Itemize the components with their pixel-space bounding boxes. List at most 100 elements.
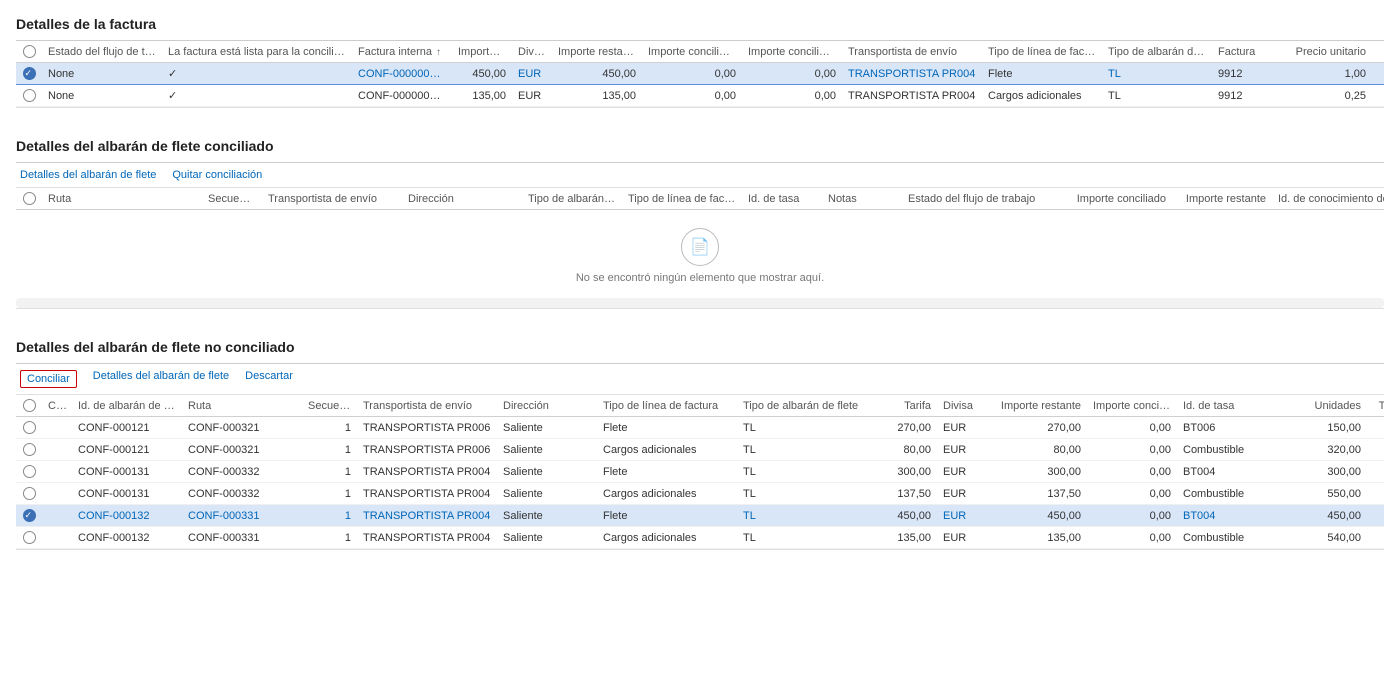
col-currency[interactable]: Divisa [937,395,987,417]
col-remaining[interactable]: Importe restante [987,395,1087,417]
cell-carrier[interactable]: TRANSPORTISTA PR004 [357,483,497,505]
cell-freightid[interactable]: CONF-000121 [72,439,182,461]
col-freighttype[interactable]: Tipo de albarán de flete [1102,41,1212,63]
col-reconciled[interactable]: Importe conciliado [1062,188,1172,210]
col-reconciled[interactable]: Importe concili… [1087,395,1177,417]
cell-rateid[interactable]: BT004 [1177,505,1287,527]
cell-route[interactable]: CONF-000331 [182,527,302,549]
col-rate[interactable]: Tarifa [867,395,937,417]
cell-freightid[interactable]: CONF-000131 [72,483,182,505]
cell-carrier[interactable]: TRANSPORTISTA PR004 [357,461,497,483]
col-freighttype[interactable]: Tipo de albarán de flete [522,188,622,210]
col-route[interactable]: Ruta [182,395,302,417]
discard-link[interactable]: Descartar [245,370,293,388]
col-unitprice[interactable]: Precio unitario [1282,41,1372,63]
col-reconciled2[interactable]: Importe conciliado [742,41,842,63]
col-dir[interactable]: Dirección [402,188,522,210]
row-select-radio[interactable] [23,67,36,80]
col-units[interactable]: Unidades [1287,395,1367,417]
col-internal[interactable]: Factura interna↑ [352,41,452,63]
select-all[interactable] [16,395,42,417]
col-freighttype[interactable]: Tipo de albarán de flete [737,395,867,417]
col-seq[interactable]: Secuencia [302,395,357,417]
cell-freighttype: TL [737,417,867,439]
cell-carrier[interactable]: TRANSPORTISTA PR006 [357,439,497,461]
cell-freightid[interactable]: CONF-000132 [72,505,182,527]
cell-currency[interactable]: EUR [512,63,552,85]
col-ready[interactable]: La factura está lista para la conciliaci… [162,41,352,63]
col-notes[interactable]: Notas [822,188,902,210]
cell-rateid[interactable]: Combustible [1177,439,1287,461]
row-select-radio[interactable] [23,89,36,102]
col-net[interactable]: Importe neto [452,41,512,63]
cell-internal[interactable]: CONF-000000193 [352,63,452,85]
cell-freighttype[interactable]: TL [1102,85,1212,107]
section-title: Detalles de la factura [16,10,1384,41]
reconcile-link[interactable]: Conciliar [20,370,77,388]
col-remaining[interactable]: Importe restante [1172,188,1272,210]
col-rateid[interactable]: Id. de tasa [1177,395,1287,417]
cell-rateid[interactable]: BT004 [1177,461,1287,483]
table-row[interactable]: CONF-000132CONF-0003311TRANSPORTISTA PR0… [16,527,1384,549]
row-select-radio[interactable] [23,443,36,456]
cell-route[interactable]: CONF-000332 [182,483,302,505]
col-carrier[interactable]: Transportista de envío [357,395,497,417]
row-select-radio[interactable] [23,465,36,478]
table-row[interactable]: CONF-000131CONF-0003321TRANSPORTISTA PR0… [16,461,1384,483]
cell-freightid[interactable]: CONF-000121 [72,417,182,439]
cell-carrier[interactable]: TRANSPORTISTA PR004 [842,85,982,107]
row-select-radio[interactable] [23,421,36,434]
col-reconciled[interactable]: Importe conciliado [642,41,742,63]
cell-freighttype[interactable]: TL [1102,63,1212,85]
col-carrier[interactable]: Transportista de envío [262,188,402,210]
select-all[interactable] [16,188,42,210]
col-rateid[interactable]: Id. de tasa [742,188,822,210]
col-workflow[interactable]: Estado del flujo de trabajo [42,41,162,63]
cell-carrier[interactable]: TRANSPORTISTA PR004 [842,63,982,85]
cell-carrier[interactable]: TRANSPORTISTA PR004 [357,505,497,527]
cell-rateid[interactable]: BT006 [1177,417,1287,439]
table-row[interactable]: CONF-000131CONF-0003321TRANSPORTISTA PR0… [16,483,1384,505]
col-c[interactable]: C… [42,395,72,417]
cell-rateid[interactable]: Combustible [1177,527,1287,549]
col-remaining[interactable]: Importe restante [552,41,642,63]
col-billid[interactable]: Id. de conocimiento de e… [1272,188,1384,210]
table-row[interactable]: CONF-000121CONF-0003211TRANSPORTISTA PR0… [16,417,1384,439]
table-row[interactable]: CONF-000132CONF-0003311TRANSPORTISTA PR0… [16,505,1384,527]
col-freightid[interactable]: Id. de albarán de flete [72,395,182,417]
row-select-radio[interactable] [23,509,36,522]
cell-carrier[interactable]: TRANSPORTISTA PR004 [357,527,497,549]
horizontal-scrollbar[interactable] [16,298,1384,308]
col-route[interactable]: Ruta [42,188,202,210]
col-unitrate[interactable]: Tasa unitaria [1367,395,1384,417]
col-linetype[interactable]: Tipo de línea de factura [622,188,742,210]
table-row[interactable]: None✓CONF-000000193135,00EUR135,000,000,… [16,85,1384,107]
col-workflow[interactable]: Estado del flujo de trabajo [902,188,1062,210]
col-invoice[interactable]: Factura [1212,41,1282,63]
freight-details-link[interactable]: Detalles del albarán de flete [93,370,229,388]
col-currency[interactable]: Divisa [512,41,552,63]
cell-internal[interactable]: CONF-000000193 [352,85,452,107]
col-linetype[interactable]: Tipo de línea de factura [597,395,737,417]
cell-currency[interactable]: EUR [512,85,552,107]
row-select-radio[interactable] [23,487,36,500]
table-row[interactable]: None✓CONF-000000193450,00EUR450,000,000,… [16,63,1384,85]
table-row[interactable]: CONF-000121CONF-0003211TRANSPORTISTA PR0… [16,439,1384,461]
col-dir[interactable]: Dirección [497,395,597,417]
cell-carrier[interactable]: TRANSPORTISTA PR006 [357,417,497,439]
freight-details-link[interactable]: Detalles del albarán de flete [20,169,156,181]
row-select-radio[interactable] [23,531,36,544]
cell-rateid[interactable]: Combustible [1177,483,1287,505]
col-seq[interactable]: Secuencia [202,188,262,210]
select-all[interactable] [16,41,42,63]
cell-route[interactable]: CONF-000321 [182,439,302,461]
col-qty[interactable]: Cantidad [1372,41,1384,63]
remove-reconciliation-link[interactable]: Quitar conciliación [172,169,262,181]
cell-freightid[interactable]: CONF-000132 [72,527,182,549]
col-carrier[interactable]: Transportista de envío [842,41,982,63]
cell-route[interactable]: CONF-000331 [182,505,302,527]
cell-route[interactable]: CONF-000321 [182,417,302,439]
col-linetype[interactable]: Tipo de línea de factura [982,41,1102,63]
cell-route[interactable]: CONF-000332 [182,461,302,483]
cell-freightid[interactable]: CONF-000131 [72,461,182,483]
